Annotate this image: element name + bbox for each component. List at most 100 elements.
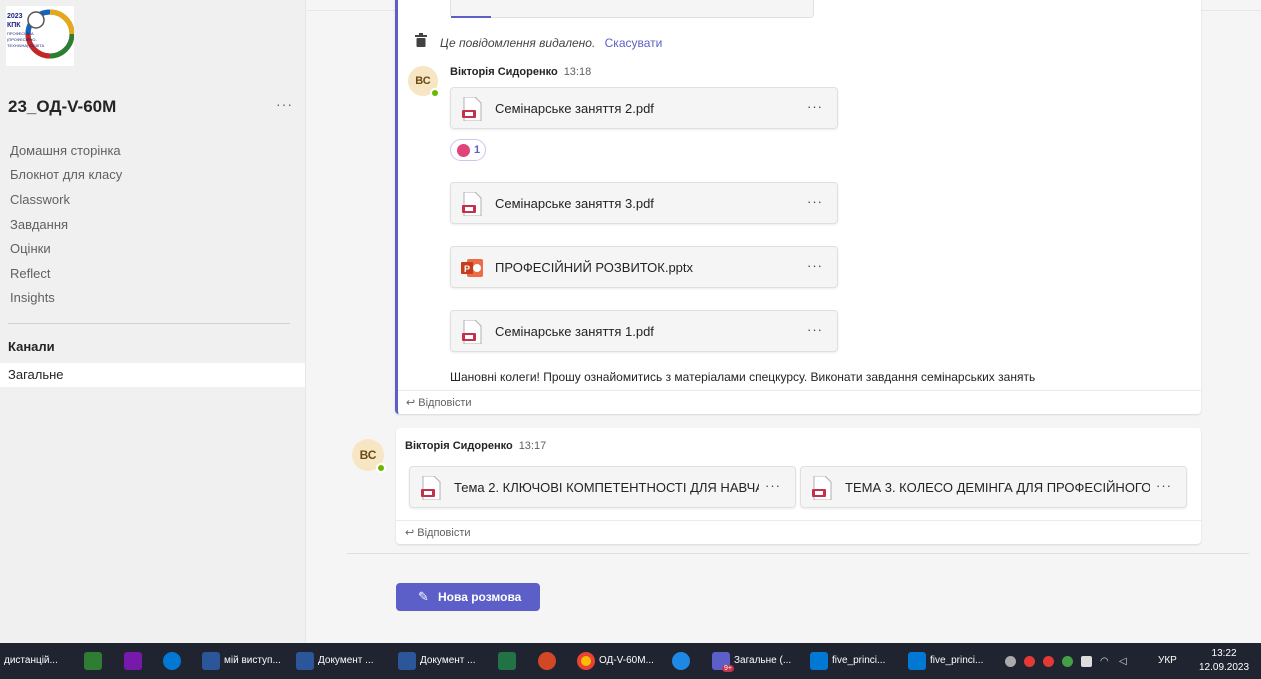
photos-icon[interactable] — [908, 652, 926, 670]
avatar-initials: ВС — [415, 75, 431, 87]
battery-icon[interactable] — [1081, 656, 1092, 667]
pdf-file-icon — [811, 475, 833, 501]
nav-item-assignments[interactable]: Завдання — [10, 217, 68, 232]
message-thread[interactable]: Вікторія Сидоренко 13:17 Тема 2. КЛЮЧОВІ … — [396, 428, 1201, 544]
nav-item-classwork[interactable]: Classwork — [10, 192, 70, 207]
file-name[interactable]: Семінарське заняття 3.pdf — [495, 196, 654, 211]
photos-icon[interactable] — [810, 652, 828, 670]
svg-text:КПК: КПК — [7, 22, 21, 29]
file-attachment[interactable]: Семінарське заняття 2.pdf ··· — [450, 87, 838, 129]
file-attachment[interactable]: P ПРОФЕСІЙНИЙ РОЗВИТОК.pptx ··· — [450, 246, 838, 288]
file-more-options-button[interactable]: ··· — [807, 258, 823, 273]
file-more-options-button[interactable]: ··· — [1156, 478, 1172, 493]
taskbar-item-label[interactable]: Документ ... — [420, 655, 475, 666]
new-conversation-label[interactable]: Нова розмова — [438, 590, 521, 604]
taskbar-item-label[interactable]: ОД-V-60М... — [599, 655, 654, 666]
edge-icon[interactable] — [672, 652, 690, 670]
file-more-options-button[interactable]: ··· — [765, 478, 781, 493]
author-name[interactable]: Вікторія Сидоренко — [450, 66, 558, 78]
volume-icon[interactable]: ◁ — [1119, 656, 1130, 667]
powerpoint-icon[interactable] — [538, 652, 556, 670]
nav-item-insights[interactable]: Insights — [10, 290, 55, 305]
channels-heading: Канали — [8, 339, 55, 354]
taskbar-item-label[interactable]: мій виступ... — [224, 655, 281, 666]
file-attachment[interactable]: ТЕМА 3. КОЛЕСО ДЕМІНГА ДЛЯ ПРОФЕСІЙНОГО … — [800, 466, 1187, 508]
message-author[interactable]: Вікторія Сидоренко 13:17 — [405, 440, 546, 452]
trash-icon — [415, 33, 427, 52]
conversation-pane: Це повідомлення видалено. Скасувати ВС В… — [307, 0, 1261, 643]
svg-text:ТЕХНІЧНА) ОСВІТА: ТЕХНІЧНА) ОСВІТА — [7, 43, 45, 48]
file-attachment[interactable]: Тема 2. КЛЮЧОВІ КОМПЕТЕНТНОСТІ ДЛЯ НАВЧА… — [409, 466, 796, 508]
file-name[interactable]: ТЕМА 3. КОЛЕСО ДЕМІНГА ДЛЯ ПРОФЕСІЙНОГО … — [845, 480, 1150, 495]
clock-date: 12.09.2023 — [1199, 662, 1250, 673]
new-conversation-button[interactable]: ✎ Нова розмова — [396, 583, 540, 611]
message-author[interactable]: Вікторія Сидоренко 13:18 — [450, 66, 591, 78]
nav-item-reflect[interactable]: Reflect — [10, 266, 50, 281]
word-icon[interactable] — [202, 652, 220, 670]
avatar[interactable]: ВС — [352, 439, 386, 473]
wifi-icon[interactable]: ◠ — [1100, 656, 1111, 667]
tray-app-icon[interactable] — [1005, 656, 1016, 667]
svg-text:P: P — [464, 264, 470, 274]
word-icon[interactable] — [296, 652, 314, 670]
app-icon[interactable] — [84, 652, 102, 670]
reply-divider — [398, 390, 1201, 391]
file-name[interactable]: ПРОФЕСІЙНИЙ РОЗВИТОК.pptx — [495, 260, 693, 275]
team-logo[interactable]: 2023 КПК ПРОФЕСІЙНА (ПРОФЕСІЙНО- ТЕХНІЧН… — [6, 6, 75, 66]
reply-label[interactable]: Відповісти — [417, 527, 470, 539]
deleted-message-text: Це повідомлення видалено. — [440, 36, 596, 50]
file-name[interactable]: Семінарське заняття 1.pdf — [495, 324, 654, 339]
reaction-button[interactable]: 1 — [450, 139, 486, 161]
svg-text:2023: 2023 — [7, 13, 23, 20]
message-thread[interactable]: Це повідомлення видалено. Скасувати ВС В… — [395, 0, 1201, 414]
message-time: 13:18 — [563, 66, 592, 78]
channel-item-general[interactable]: Загальне — [0, 363, 305, 387]
reply-divider — [396, 520, 1201, 521]
message-body: Шановні колеги! Прошу ознайомитись з мат… — [450, 370, 1036, 384]
previous-file-card-edge — [450, 0, 814, 18]
system-clock[interactable]: 13:22 12.09.2023 — [1199, 647, 1249, 675]
excel-icon[interactable] — [498, 652, 516, 670]
author-name[interactable]: Вікторія Сидоренко — [405, 440, 513, 452]
pdf-file-icon — [461, 319, 483, 345]
language-indicator[interactable]: УКР — [1158, 655, 1177, 666]
taskbar-item-label[interactable]: Документ ... — [318, 655, 373, 666]
file-attachment[interactable]: Семінарське заняття 1.pdf ··· — [450, 310, 838, 352]
teams-notification-badge: 9+ — [722, 665, 734, 672]
avatar[interactable]: ВС — [408, 66, 440, 98]
powerpoint-file-icon: P — [461, 256, 483, 280]
file-name[interactable]: Тема 2. КЛЮЧОВІ КОМПЕТЕНТНОСТІ ДЛЯ НАВЧА… — [454, 480, 759, 495]
word-icon[interactable] — [398, 652, 416, 670]
reply-label[interactable]: Відповісти — [418, 397, 471, 409]
presence-available-icon — [430, 88, 440, 98]
chrome-icon[interactable] — [577, 652, 595, 670]
nav-item-home[interactable]: Домашня сторінка — [10, 143, 121, 158]
svg-text:ПРОФЕСІЙНА: ПРОФЕСІЙНА — [7, 31, 34, 36]
nav-item-grades[interactable]: Оцінки — [10, 241, 51, 256]
file-more-options-button[interactable]: ··· — [807, 322, 823, 337]
file-more-options-button[interactable]: ··· — [807, 194, 823, 209]
taskbar-item-label[interactable]: five_princi... — [930, 655, 983, 666]
taskbar-item-label[interactable]: дистанцій... — [4, 655, 58, 666]
taskbar-item-label[interactable]: Загальне (... — [734, 655, 791, 666]
tray-app-icon[interactable] — [1043, 656, 1054, 667]
taskbar-item-label[interactable]: five_princi... — [832, 655, 885, 666]
skype-icon[interactable] — [163, 652, 181, 670]
file-attachment[interactable]: Семінарське заняття 3.pdf ··· — [450, 182, 838, 224]
file-name[interactable]: Семінарське заняття 2.pdf — [495, 101, 654, 116]
clock-time: 13:22 — [1211, 648, 1237, 659]
nav-item-class-notebook[interactable]: Блокнот для класу — [10, 167, 122, 182]
reply-button[interactable]: ↩ Відповісти — [406, 396, 472, 409]
presence-available-icon — [376, 463, 386, 473]
tray-app-icon[interactable] — [1024, 656, 1035, 667]
tray-security-icon[interactable] — [1062, 656, 1073, 667]
reply-arrow-icon: ↩ — [405, 527, 415, 539]
undo-delete-link[interactable]: Скасувати — [605, 36, 663, 50]
team-name[interactable]: 23_ОД-V-60М — [8, 97, 116, 117]
team-more-options-button[interactable]: ··· — [276, 96, 293, 112]
reply-button[interactable]: ↩ Відповісти — [405, 526, 471, 539]
file-more-options-button[interactable]: ··· — [807, 99, 823, 114]
pdf-file-icon — [461, 96, 483, 122]
onenote-icon[interactable] — [124, 652, 142, 670]
laugh-emoji-icon — [457, 144, 470, 157]
